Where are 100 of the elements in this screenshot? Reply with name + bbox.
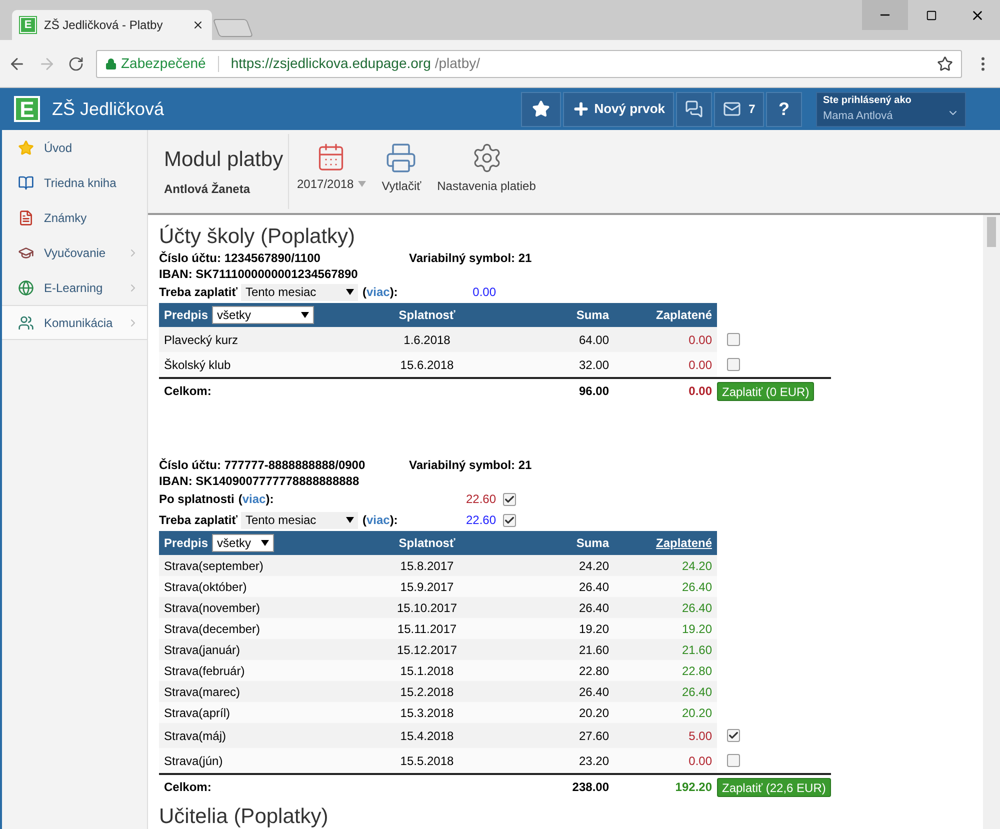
- total-paid: 192.20: [674, 779, 712, 796]
- period-select[interactable]: Tento mesiac: [241, 512, 358, 528]
- plus-icon: [572, 100, 590, 118]
- user-menu[interactable]: Ste prihlásený ako Mama Antlová: [816, 92, 966, 126]
- checkbox[interactable]: [727, 754, 740, 767]
- checkbox[interactable]: [503, 492, 516, 506]
- checkbox[interactable]: [727, 358, 740, 371]
- school-logo: E: [14, 96, 40, 122]
- bookmark-icon[interactable]: [937, 56, 953, 72]
- column-header: Predpis: [164, 535, 208, 552]
- column-header: Splatnosť: [398, 307, 456, 324]
- table-cell-text: 23.20: [578, 752, 609, 770]
- table-cell-text: 15.11.2017: [396, 620, 458, 638]
- total-sum: 96.00: [578, 383, 609, 400]
- new-item-button[interactable]: Nový prvok: [563, 92, 674, 126]
- sidebar-item[interactable]: Triedna kniha: [2, 165, 147, 200]
- book-icon: [18, 174, 34, 190]
- security-label: Zabezpečené: [121, 54, 206, 73]
- bracket: ):: [266, 491, 274, 508]
- sidebar-item[interactable]: Vyučovanie: [2, 235, 147, 270]
- table-cell-text: 24.20: [578, 558, 609, 574]
- sidebar-item[interactable]: Komunikácia: [2, 305, 147, 340]
- url-path: /platby/: [434, 54, 481, 73]
- school-name: ZŠ Jedličková: [52, 98, 166, 120]
- table-cell-text: 15.10.2017: [396, 600, 458, 616]
- more-link[interactable]: viac: [366, 511, 390, 529]
- dropdown-arrow-icon: [346, 517, 354, 523]
- table-cell-text: 21.60: [578, 642, 609, 658]
- student-name: Antlová Žaneta: [164, 181, 252, 198]
- close-icon[interactable]: [192, 19, 204, 31]
- table-cell-text: Strava(február): [163, 662, 246, 680]
- checkbox[interactable]: [727, 729, 740, 742]
- column-header[interactable]: Zaplatené: [609, 534, 712, 552]
- star-icon: [532, 100, 550, 118]
- chat-icon: [685, 100, 703, 118]
- table-cell-text: 21.60: [680, 642, 712, 658]
- graduation-cap-icon: [18, 244, 34, 260]
- total-label: Celkom:: [163, 779, 212, 796]
- checkbox[interactable]: [727, 333, 740, 346]
- help-button[interactable]: ?: [766, 92, 802, 126]
- star-icon: [18, 140, 34, 156]
- table-cell-text: 20.20: [680, 704, 712, 722]
- table-cell-text: Strava(november): [163, 600, 262, 616]
- people-icon: [18, 314, 34, 330]
- sidebar-item[interactable]: E-Learning: [2, 270, 147, 305]
- amount-label: Treba zaplatiť: [159, 512, 238, 529]
- bracket: (: [362, 512, 366, 529]
- filter-select[interactable]: všetky: [212, 534, 274, 552]
- browser-tab[interactable]: E ZŠ Jedličková - Platby: [12, 10, 212, 40]
- table-cell-text: 15.8.2017: [399, 558, 455, 574]
- sidebar-item[interactable]: Známky: [2, 200, 147, 235]
- table-cell-text: 26.40: [680, 578, 712, 596]
- pay-button[interactable]: Zaplatiť (22,6 EUR): [717, 778, 831, 796]
- table-cell-text: 19.20: [578, 620, 609, 638]
- table-cell-text: 15.6.2018: [399, 356, 455, 374]
- favorites-button[interactable]: [521, 92, 562, 126]
- more-link[interactable]: viac: [242, 490, 266, 508]
- pay-button[interactable]: Zaplatiť (0 EUR): [717, 382, 814, 400]
- amount: 0.00: [472, 284, 496, 301]
- lock-icon: [105, 58, 117, 70]
- table-cell-text: 15.12.2017: [396, 642, 458, 658]
- table-cell-text: 15.2.2018: [399, 684, 455, 700]
- scrollbar[interactable]: [983, 215, 1000, 829]
- table-cell-text: 15.9.2017: [399, 578, 455, 596]
- section-title: Učitelia (Poplatky): [159, 805, 330, 829]
- more-link[interactable]: viac: [366, 283, 390, 301]
- sidebar-item[interactable]: Úvod: [2, 130, 147, 165]
- table-cell-text: 15.5.2018: [399, 752, 455, 770]
- table-cell-text: 24.20: [680, 558, 712, 574]
- module-title: Modul platby: [164, 148, 284, 172]
- column-header: Predpis: [164, 307, 208, 324]
- table-cell-text: Strava(apríl): [163, 704, 232, 722]
- toolbar-button[interactable]: 2017/2018: [289, 130, 374, 213]
- table-cell-text: 0.00: [688, 752, 712, 770]
- table-cell-text: 64.00: [578, 332, 609, 348]
- amount: 22.60: [464, 491, 496, 508]
- table-cell-text: Strava(máj): [163, 728, 228, 744]
- table-cell-text: 15.1.2018: [399, 662, 455, 680]
- toolbar-button[interactable]: Vytlačiť: [374, 130, 430, 213]
- table-cell-text: 15.4.2018: [399, 728, 455, 744]
- document-icon: [18, 210, 34, 226]
- amount-label: Po splatnosti: [159, 491, 234, 508]
- filter-select[interactable]: všetky: [212, 306, 314, 324]
- address-bar[interactable]: Zabezpečené https://zsjedlickova.edupage.org /platby/: [96, 50, 962, 78]
- bracket: (: [238, 491, 242, 508]
- period-select[interactable]: Tento mesiac: [241, 284, 358, 300]
- chat-button[interactable]: [676, 92, 712, 126]
- messages-button[interactable]: 7: [714, 92, 764, 126]
- reload-icon[interactable]: [68, 56, 84, 72]
- table-cell-text: Strava(marec): [163, 684, 242, 700]
- bracket: (: [362, 284, 366, 301]
- table-cell-text: 1.6.2018: [402, 332, 452, 348]
- table-cell-text: 0.00: [688, 332, 712, 348]
- printer-icon: [385, 142, 418, 174]
- table-cell-text: Strava(január): [163, 642, 242, 658]
- globe-icon: [18, 280, 34, 296]
- column-header: Suma: [575, 307, 609, 324]
- table-cell-text: Strava(október): [163, 578, 248, 596]
- toolbar-button[interactable]: Nastavenia platieb: [429, 130, 544, 213]
- checkbox[interactable]: [503, 514, 516, 526]
